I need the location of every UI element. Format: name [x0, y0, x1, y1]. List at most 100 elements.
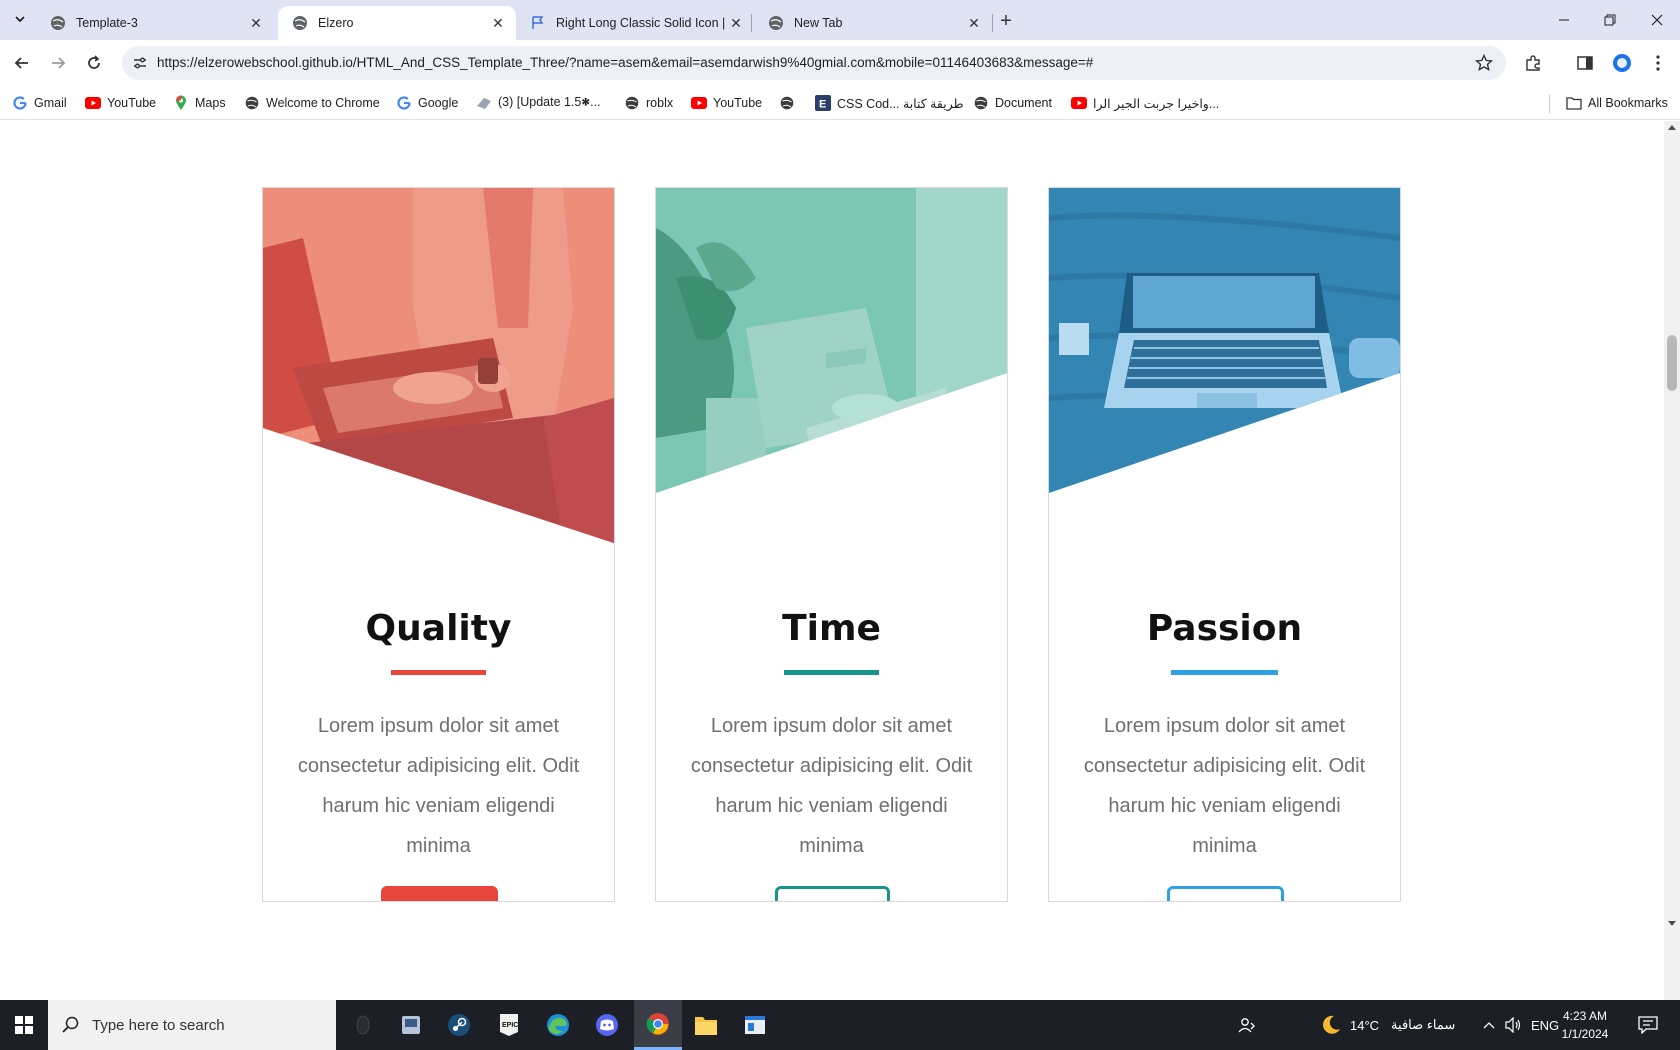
menu-dots-icon[interactable]: [1647, 52, 1669, 74]
all-bookmarks-button[interactable]: All Bookmarks: [1566, 92, 1668, 114]
bookmark-label: Gmail: [34, 96, 67, 110]
url-text[interactable]: https://elzerowebschool.github.io/HTML_A…: [157, 55, 1093, 70]
new-tab-button[interactable]: +: [995, 10, 1017, 32]
bookmark-label: Welcome to Chrome: [266, 96, 380, 110]
tab-right-long-icon[interactable]: Right Long Classic Solid Icon | F ✕: [516, 6, 754, 40]
reload-icon: [88, 55, 100, 69]
tab-strip: Template-3 ✕ Elzero ✕ Right Long Classic…: [0, 0, 1680, 40]
title-underline: [1171, 670, 1278, 675]
forward-button[interactable]: [44, 49, 72, 77]
scroll-down-arrow-icon[interactable]: [1668, 921, 1676, 926]
bookmark-google[interactable]: Google: [396, 92, 458, 114]
more-button-passion[interactable]: More: [1167, 886, 1284, 901]
feature-card-time: Time Lorem ipsum dolor sit amet consecte…: [655, 187, 1008, 902]
scroll-thumb[interactable]: [1667, 335, 1677, 391]
weather-temp: 14°C: [1350, 1017, 1380, 1033]
more-button-quality[interactable]: More: [381, 886, 498, 901]
profile-avatar[interactable]: [1611, 52, 1633, 74]
close-tab-icon[interactable]: ✕: [490, 15, 506, 31]
bookmark-label: واخيرا جربت الجير الرا...: [1093, 96, 1220, 111]
bookmark-maps[interactable]: Maps: [173, 92, 226, 114]
taskbar-app-edge[interactable]: [534, 1000, 582, 1050]
bookmark-label: Maps: [195, 96, 226, 110]
page-scrollbar[interactable]: [1664, 121, 1680, 1000]
globe-icon: [293, 16, 307, 30]
tab-title: Template-3: [76, 16, 138, 30]
bookmark-unnamed[interactable]: [779, 92, 801, 114]
arrow-right-icon: [52, 57, 66, 69]
mouse-app-icon: [356, 1015, 370, 1035]
bookmark-star-icon[interactable]: [1474, 53, 1494, 73]
restore-icon: [1604, 14, 1616, 26]
volume-icon[interactable]: [1505, 1000, 1523, 1050]
close-tab-icon[interactable]: ✕: [728, 15, 744, 31]
taskbar-app-steam[interactable]: [435, 1000, 483, 1050]
chrome-icon: [646, 1012, 669, 1035]
feature-card-passion: Passion Lorem ipsum dolor sit amet conse…: [1048, 187, 1401, 902]
bookmark-arabic-video[interactable]: واخيرا جربت الجير الرا...: [1071, 92, 1219, 114]
scroll-up-arrow-icon[interactable]: [1668, 125, 1676, 130]
taskbar-app-discord[interactable]: [583, 1000, 631, 1050]
taskbar-app-cortana[interactable]: [339, 1000, 387, 1050]
taskbar-clock[interactable]: 4:23 AM 1/1/2024: [1550, 1007, 1620, 1043]
start-button[interactable]: [0, 1000, 48, 1050]
clock-time: 4:23 AM: [1562, 1009, 1608, 1023]
tab-template-3[interactable]: Template-3 ✕: [36, 6, 274, 40]
bookmark-label: (3) [Update 1.5🞸...: [498, 95, 601, 109]
weather-widget[interactable]: 14°C سماء صافية: [1320, 1000, 1455, 1050]
restore-button[interactable]: [1587, 0, 1633, 40]
elzero-e-icon: E: [815, 95, 831, 111]
close-icon: [1651, 14, 1663, 26]
maps-pin-icon: [173, 95, 189, 111]
people-icon[interactable]: [1238, 1000, 1256, 1050]
card-image-time: [656, 188, 1007, 493]
back-button[interactable]: [8, 49, 36, 77]
close-window-button[interactable]: [1634, 0, 1680, 40]
minimize-icon: [1559, 19, 1569, 21]
bookmark-label: All Bookmarks: [1588, 96, 1668, 110]
card-title: Quality: [365, 608, 512, 649]
card-description: Lorem ipsum dolor sit amet consectetur a…: [297, 715, 580, 857]
card-image-quality: [263, 188, 614, 543]
more-button-time[interactable]: More: [775, 886, 890, 901]
minimize-button[interactable]: [1541, 0, 1587, 40]
search-placeholder: Type here to search: [92, 1016, 225, 1034]
bookmark-roblx[interactable]: roblx: [624, 92, 673, 114]
bookmark-welcome-to-chrome[interactable]: Welcome to Chrome: [244, 92, 380, 114]
bookmark-youtube[interactable]: YouTube: [85, 92, 156, 114]
tab-new-tab[interactable]: New Tab ✕: [754, 6, 992, 40]
close-tab-icon[interactable]: ✕: [248, 15, 264, 31]
taskbar-app-file-explorer[interactable]: [682, 1000, 730, 1050]
epic-games-icon: EPIC: [500, 1014, 518, 1036]
taskbar-search[interactable]: Type here to search: [48, 1000, 336, 1050]
bookmark-document[interactable]: Document: [973, 92, 1052, 114]
site-info-icon[interactable]: [130, 53, 150, 73]
bookmark-css-code[interactable]: E CSS Cod... طريقة كتابة: [815, 92, 964, 114]
extensions-icon[interactable]: [1522, 52, 1544, 74]
tab-search-dropdown[interactable]: [8, 7, 32, 31]
card-image-passion: [1049, 188, 1400, 493]
taskbar-app-notes[interactable]: [387, 1000, 435, 1050]
address-bar[interactable]: https://elzerowebschool.github.io/HTML_A…: [122, 46, 1506, 80]
side-panel-icon[interactable]: [1574, 52, 1596, 74]
bookmark-update-game[interactable]: (3) [Update 1.5🞸...: [476, 92, 601, 114]
show-hidden-icons-button[interactable]: [1483, 1000, 1495, 1050]
close-tab-icon[interactable]: ✕: [966, 15, 982, 31]
taskbar-app-chrome[interactable]: [634, 1000, 682, 1050]
steam-icon: [448, 1014, 470, 1036]
bookmark-label: roblx: [646, 96, 674, 110]
bookmark-gmail[interactable]: Gmail: [12, 92, 67, 114]
weather-description: سماء صافية: [1391, 1017, 1456, 1032]
bookmark-youtube-2[interactable]: YouTube: [691, 92, 762, 114]
tab-elzero[interactable]: Elzero ✕: [278, 6, 516, 40]
taskbar-app-window[interactable]: [731, 1000, 779, 1050]
search-icon: [62, 1016, 79, 1033]
feature-card-quality: Quality Lorem ipsum dolor sit amet conse…: [262, 187, 615, 902]
svg-text:EPIC: EPIC: [502, 1022, 518, 1029]
reload-button[interactable]: [80, 49, 108, 77]
flag-icon: [532, 16, 544, 29]
app-window-icon: [745, 1016, 765, 1034]
taskbar-app-epic-games[interactable]: EPIC: [485, 1000, 533, 1050]
page-viewport: Quality Lorem ipsum dolor sit amet conse…: [0, 121, 1664, 1000]
notifications-icon[interactable]: [1638, 1000, 1658, 1050]
